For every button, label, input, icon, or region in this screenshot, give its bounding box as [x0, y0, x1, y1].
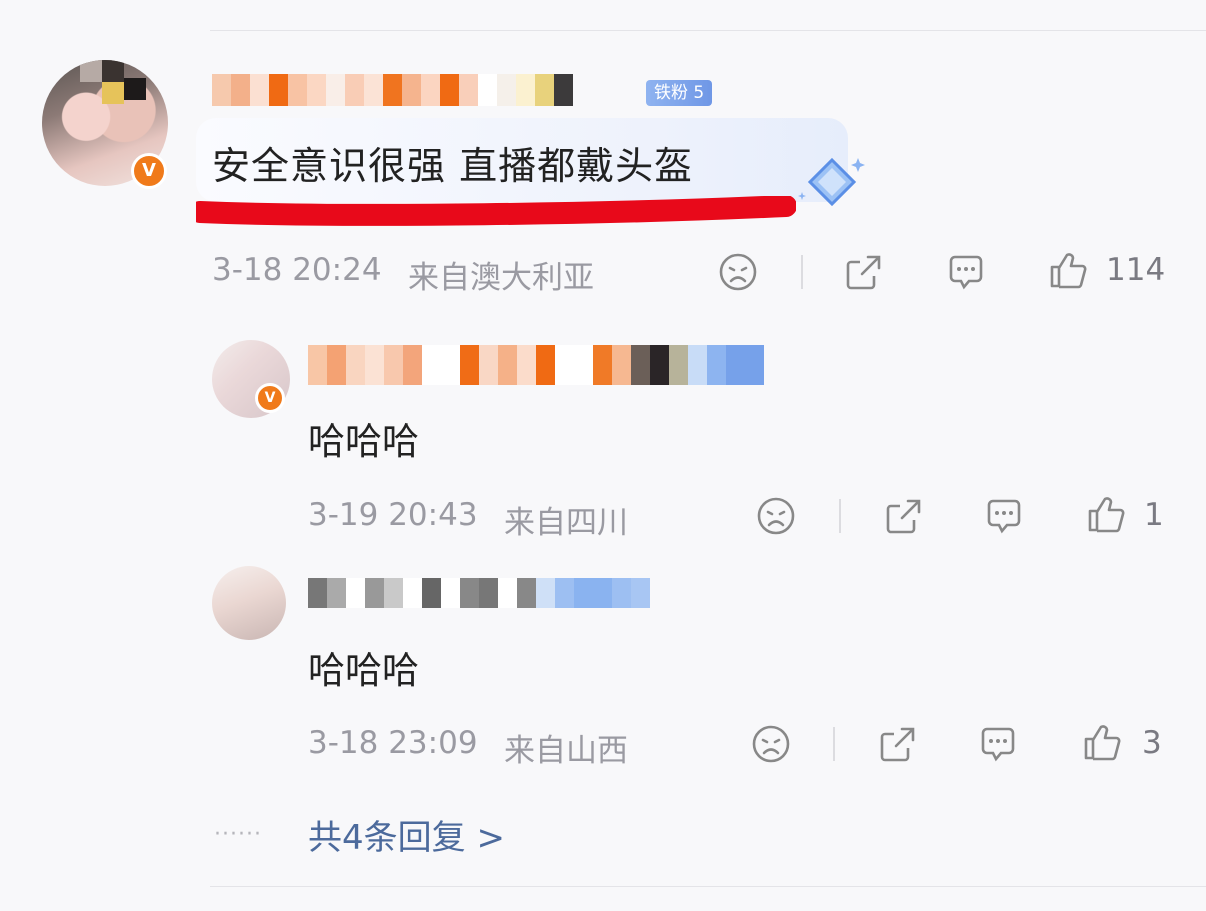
red-highlight-stroke [196, 196, 796, 226]
share-icon[interactable] [844, 252, 884, 292]
action-separator [801, 255, 803, 289]
thumbs-up-icon[interactable] [1048, 250, 1088, 290]
sad-face-icon[interactable] [718, 252, 758, 292]
verified-badge-icon: V [131, 153, 167, 189]
like-count: 1 [1144, 497, 1164, 533]
reply-username[interactable] [308, 578, 650, 608]
like-count: 3 [1142, 725, 1162, 761]
thumbs-up-icon[interactable] [1086, 494, 1126, 534]
verified-badge-icon: V [255, 383, 285, 413]
reply-text: 哈哈哈 [308, 649, 419, 692]
reply-avatar[interactable] [212, 566, 286, 640]
reply-time: 3-19 20:43 [308, 497, 478, 533]
comment-time: 3-18 20:24 [212, 252, 382, 288]
action-separator [839, 499, 841, 533]
comment-text: 安全意识很强 直播都戴头盔 [212, 144, 694, 188]
reply-text: 哈哈哈 [308, 420, 419, 463]
fan-badge: 铁粉 5 [646, 80, 713, 106]
comment-location: 来自澳大利亚 [408, 260, 594, 296]
reply-time: 3-18 23:09 [308, 725, 478, 761]
comment-icon[interactable] [984, 496, 1024, 536]
comment-icon[interactable] [978, 724, 1018, 764]
share-icon[interactable] [878, 724, 918, 764]
reply-location: 来自四川 [504, 505, 628, 541]
view-all-replies-link[interactable]: 共4条回复 > [308, 810, 505, 859]
reply-location: 来自山西 [504, 733, 628, 769]
comment-icon[interactable] [946, 252, 986, 292]
commenter-name[interactable] [212, 74, 573, 106]
sad-face-icon[interactable] [756, 496, 796, 536]
action-separator [833, 727, 835, 761]
diamond-decoration-icon [798, 157, 865, 207]
bottom-divider [210, 886, 1206, 887]
more-replies-dots: ······ [214, 822, 262, 847]
reply-username[interactable] [308, 345, 764, 385]
like-count: 114 [1106, 252, 1166, 288]
thumbs-up-icon[interactable] [1082, 722, 1122, 762]
sad-face-icon[interactable] [751, 724, 791, 764]
share-icon[interactable] [884, 496, 924, 536]
top-divider [210, 30, 1206, 31]
